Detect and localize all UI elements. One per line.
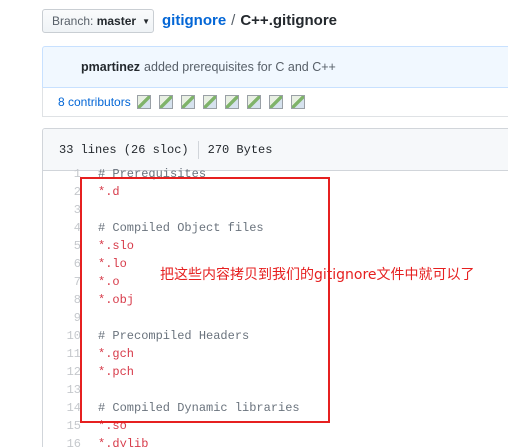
- code-line: 13: [43, 381, 508, 399]
- line-number[interactable]: 3: [43, 201, 81, 219]
- breadcrumb: gitignore / C++.gitignore: [162, 12, 337, 29]
- line-number[interactable]: 2: [43, 183, 81, 201]
- code-line: 1 # Prerequisites: [43, 165, 508, 183]
- code-line: 15 *.so: [43, 417, 508, 435]
- avatar[interactable]: [290, 95, 305, 109]
- code-line: 10 # Precompiled Headers: [43, 327, 508, 345]
- code-line: 16 *.dylib: [43, 435, 508, 447]
- branch-name: master: [96, 14, 137, 28]
- file-size: 270 Bytes: [207, 142, 273, 157]
- branch-label: Branch:: [52, 14, 94, 28]
- code-text: *.pch: [98, 365, 135, 379]
- line-number[interactable]: 10: [43, 327, 81, 345]
- line-number[interactable]: 16: [43, 435, 81, 447]
- line-number[interactable]: 6: [43, 255, 81, 273]
- annotation-text: 把这些内容拷贝到我们的gitignore文件中就可以了: [160, 267, 475, 283]
- code-text: *.slo: [98, 239, 135, 253]
- code-line: 14 # Compiled Dynamic libraries: [43, 399, 508, 417]
- code-listing: 1 # Prerequisites 2 *.d 3 4 # Compiled Object …: [43, 165, 508, 447]
- line-number[interactable]: 12: [43, 363, 81, 381]
- avatar[interactable]: [268, 95, 283, 109]
- line-number[interactable]: 13: [43, 381, 81, 399]
- avatar[interactable]: [158, 95, 173, 109]
- contributors-link[interactable]: 8 contributors: [58, 95, 131, 109]
- commit-author-link[interactable]: pmartinez: [81, 60, 140, 74]
- code-line: 2 *.d: [43, 183, 508, 201]
- code-line: 11 *.gch: [43, 345, 508, 363]
- commit-message[interactable]: added prerequisites for C and C++: [144, 60, 336, 74]
- avatar[interactable]: [180, 95, 195, 109]
- line-number[interactable]: 7: [43, 273, 81, 291]
- code-text: # Precompiled Headers: [98, 329, 250, 343]
- line-number[interactable]: 15: [43, 417, 81, 435]
- code-text: *.gch: [98, 347, 135, 361]
- line-number[interactable]: 4: [43, 219, 81, 237]
- line-number[interactable]: 9: [43, 309, 81, 327]
- header-divider: [197, 140, 199, 159]
- line-number[interactable]: 5: [43, 237, 81, 255]
- code-text: *.so: [98, 419, 127, 433]
- branch-select-button[interactable]: Branch: master ▼: [42, 9, 154, 33]
- code-text: *.dylib: [98, 437, 149, 447]
- file-viewer: 33 lines (26 sloc) 270 Bytes 1 # Prerequi…: [42, 128, 508, 447]
- code-text: # Prerequisites: [98, 167, 207, 181]
- code-text: *.lo: [98, 257, 127, 271]
- line-number[interactable]: 14: [43, 399, 81, 417]
- avatar[interactable]: [202, 95, 217, 109]
- contributor-avatars: [136, 95, 313, 109]
- code-line: 3: [43, 201, 508, 219]
- breadcrumb-file-name: C++.gitignore: [240, 12, 338, 29]
- chevron-down-icon: ▼: [142, 16, 150, 26]
- code-line: 8 *.obj: [43, 291, 508, 309]
- breadcrumb-separator: /: [231, 12, 236, 29]
- code-line: 9: [43, 309, 508, 327]
- line-number[interactable]: 1: [43, 165, 81, 183]
- code-text: # Compiled Dynamic libraries: [98, 401, 300, 415]
- code-line: 4 # Compiled Object files: [43, 219, 508, 237]
- code-line: 12 *.pch: [43, 363, 508, 381]
- code-text: *.o: [98, 275, 120, 289]
- line-number[interactable]: 11: [43, 345, 81, 363]
- line-number[interactable]: 8: [43, 291, 81, 309]
- code-line: 5 *.slo: [43, 237, 508, 255]
- code-text: *.obj: [98, 293, 135, 307]
- avatar[interactable]: [136, 95, 151, 109]
- code-text: *.d: [98, 185, 120, 199]
- file-line-count: 33 lines (26 sloc): [59, 142, 189, 157]
- breadcrumb-repo-link[interactable]: gitignore: [162, 12, 226, 29]
- avatar[interactable]: [224, 95, 239, 109]
- avatar[interactable]: [246, 95, 261, 109]
- latest-commit-bar: pmartinez added prerequisites for C and …: [42, 46, 508, 87]
- code-text: # Compiled Object files: [98, 221, 264, 235]
- contributors-bar: 8 contributors: [42, 87, 508, 117]
